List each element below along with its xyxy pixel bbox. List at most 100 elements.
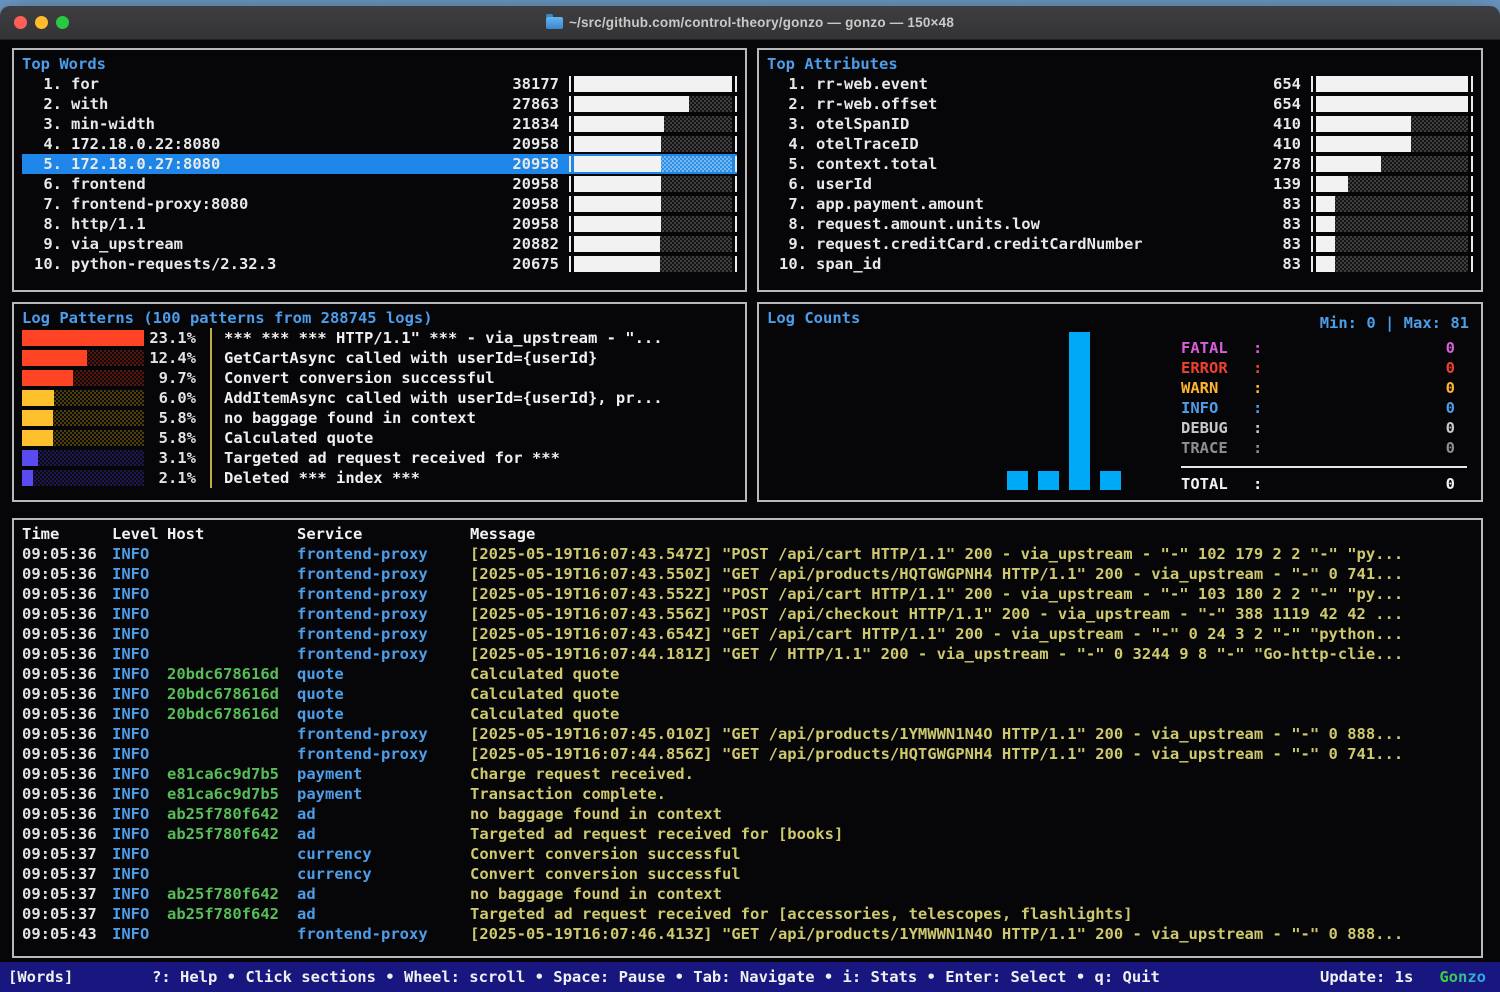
log-row[interactable]: 09:05:36 INFO 20bdc678616d quote Calcula… <box>22 664 1473 684</box>
bar-track <box>574 156 732 172</box>
ranked-item-row[interactable]: 7. frontend-proxy:8080 20958 <box>22 194 737 214</box>
ranked-item-row[interactable]: 6. userId 139 <box>767 174 1473 194</box>
log-row[interactable]: 09:05:36 INFO ab25f780f642 ad no baggage… <box>22 804 1473 824</box>
item-count: 654 <box>1227 75 1311 93</box>
severity-row: FATAL : 0 <box>1181 338 1467 358</box>
log-row[interactable]: 09:05:36 INFO frontend-proxy [2025-05-19… <box>22 604 1473 624</box>
log-row[interactable]: 09:05:37 INFO ab25f780f642 ad no baggage… <box>22 884 1473 904</box>
bar-fill <box>1316 216 1335 232</box>
col-level: Level <box>112 524 167 544</box>
item-bar <box>569 96 737 112</box>
log-row[interactable]: 09:05:36 INFO frontend-proxy [2025-05-19… <box>22 624 1473 644</box>
bar-fill <box>1316 136 1411 152</box>
log-host: e81ca6c9d7b5 <box>167 764 297 784</box>
severity-levels: FATAL : 0 ERROR : 0 WARN : 0 INFO : 0 DE… <box>1181 338 1467 494</box>
ranked-item-row[interactable]: 2. rr-web.offset 654 <box>767 94 1473 114</box>
log-host <box>167 864 297 884</box>
log-row[interactable]: 09:05:36 INFO frontend-proxy [2025-05-19… <box>22 564 1473 584</box>
bar-track <box>1316 156 1468 172</box>
top-attributes-panel[interactable]: Top Attributes 1. rr-web.event 654 2. rr… <box>757 48 1483 292</box>
pattern-row[interactable]: 12.4% GetCartAsync called with userId={u… <box>22 348 737 368</box>
ranked-item-row[interactable]: 8. request.amount.units.low 83 <box>767 214 1473 234</box>
log-service: quote <box>297 684 470 704</box>
pattern-row[interactable]: 5.8% no baggage found in context <box>22 408 737 428</box>
log-level: INFO <box>112 684 167 704</box>
log-message: Charge request received. <box>470 764 1473 784</box>
item-rank: 10. <box>767 255 807 273</box>
ranked-item-row[interactable]: 5. 172.18.0.27:8080 20958 <box>22 154 737 174</box>
item-rank: 7. <box>22 195 62 213</box>
log-host <box>167 644 297 664</box>
total-label: TOTAL <box>1181 474 1253 494</box>
zoom-button[interactable] <box>56 16 69 29</box>
pattern-row[interactable]: 5.8% Calculated quote <box>22 428 737 448</box>
ranked-item-row[interactable]: 8. http/1.1 20958 <box>22 214 737 234</box>
ranked-item-row[interactable]: 9. request.creditCard.creditCardNumber 8… <box>767 234 1473 254</box>
log-patterns-panel[interactable]: Log Patterns (100 patterns from 288745 l… <box>12 302 747 502</box>
log-row[interactable]: 09:05:37 INFO ab25f780f642 ad Targeted a… <box>22 904 1473 924</box>
log-level: INFO <box>112 844 167 864</box>
log-row[interactable]: 09:05:36 INFO frontend-proxy [2025-05-19… <box>22 744 1473 764</box>
ranked-item-row[interactable]: 1. rr-web.event 654 <box>767 74 1473 94</box>
ranked-item-row[interactable]: 2. with 27863 <box>22 94 737 114</box>
pattern-row[interactable]: 6.0% AddItemAsync called with userId={us… <box>22 388 737 408</box>
log-service: ad <box>297 884 470 904</box>
ranked-item-row[interactable]: 9. via_upstream 20882 <box>22 234 737 254</box>
ranked-item-row[interactable]: 4. otelTraceID 410 <box>767 134 1473 154</box>
log-service: frontend-proxy <box>297 544 470 564</box>
log-row[interactable]: 09:05:37 INFO currency Convert conversio… <box>22 844 1473 864</box>
ranked-item-row[interactable]: 6. frontend 20958 <box>22 174 737 194</box>
item-bar <box>1311 96 1473 112</box>
item-bar <box>569 216 737 232</box>
log-row[interactable]: 09:05:43 INFO frontend-proxy [2025-05-19… <box>22 924 1473 944</box>
log-row[interactable]: 09:05:36 INFO 20bdc678616d quote Calcula… <box>22 704 1473 724</box>
ranked-item-row[interactable]: 5. context.total 278 <box>767 154 1473 174</box>
item-count: 20675 <box>485 255 569 273</box>
bar-fill <box>1316 236 1335 252</box>
pattern-row[interactable]: 9.7% Convert conversion successful <box>22 368 737 388</box>
log-message: [2025-05-19T16:07:44.181Z] "GET / HTTP/1… <box>470 644 1473 664</box>
minimize-button[interactable] <box>35 16 48 29</box>
item-label: via_upstream <box>62 235 485 253</box>
log-row[interactable]: 09:05:36 INFO frontend-proxy [2025-05-19… <box>22 644 1473 664</box>
ranked-item-row[interactable]: 4. 172.18.0.22:8080 20958 <box>22 134 737 154</box>
pattern-row[interactable]: 3.1% Targeted ad request received for **… <box>22 448 737 468</box>
log-row[interactable]: 09:05:37 INFO currency Convert conversio… <box>22 864 1473 884</box>
severity-row: DEBUG : 0 <box>1181 418 1467 438</box>
pattern-text: Convert conversion successful <box>210 368 737 388</box>
log-level: INFO <box>112 544 167 564</box>
log-viewer-panel[interactable]: Time Level Host Service Message 09:05:36… <box>12 518 1483 958</box>
ranked-item-row[interactable]: 3. min-width 21834 <box>22 114 737 134</box>
log-row[interactable]: 09:05:36 INFO frontend-proxy [2025-05-19… <box>22 584 1473 604</box>
log-counts-panel[interactable]: Log Counts Min: 0 | Max: 81 FATAL : 0 ER… <box>757 302 1483 502</box>
bar-track <box>574 96 732 112</box>
pattern-bar-track <box>22 390 144 406</box>
ranked-item-row[interactable]: 1. for 38177 <box>22 74 737 94</box>
log-time: 09:05:36 <box>22 764 112 784</box>
item-rank: 9. <box>767 235 807 253</box>
severity-row: ERROR : 0 <box>1181 358 1467 378</box>
pattern-row[interactable]: 2.1% Deleted *** index *** <box>22 468 737 488</box>
log-time: 09:05:36 <box>22 664 112 684</box>
log-host <box>167 924 297 944</box>
bar-track <box>574 196 732 212</box>
ranked-item-row[interactable]: 3. otelSpanID 410 <box>767 114 1473 134</box>
log-row[interactable]: 09:05:36 INFO ab25f780f642 ad Targeted a… <box>22 824 1473 844</box>
top-words-panel[interactable]: Top Words 1. for 38177 2. with 27863 3. … <box>12 48 747 292</box>
bar-track <box>1316 236 1468 252</box>
log-row[interactable]: 09:05:36 INFO 20bdc678616d quote Calcula… <box>22 684 1473 704</box>
log-row[interactable]: 09:05:36 INFO frontend-proxy [2025-05-19… <box>22 544 1473 564</box>
ranked-item-row[interactable]: 7. app.payment.amount 83 <box>767 194 1473 214</box>
pattern-bar-track <box>22 370 144 386</box>
ranked-item-row[interactable]: 10. span_id 83 <box>767 254 1473 274</box>
log-row[interactable]: 09:05:36 INFO frontend-proxy [2025-05-19… <box>22 724 1473 744</box>
window-titlebar[interactable]: ~/src/github.com/control-theory/gonzo — … <box>0 6 1500 40</box>
pattern-row[interactable]: 23.1% *** *** *** HTTP/1.1" *** - via_up… <box>22 328 737 348</box>
log-row[interactable]: 09:05:36 INFO e81ca6c9d7b5 payment Charg… <box>22 764 1473 784</box>
log-service: frontend-proxy <box>297 584 470 604</box>
bar-pipe-left <box>569 76 571 92</box>
pattern-bar-fill <box>22 410 53 426</box>
close-button[interactable] <box>14 16 27 29</box>
ranked-item-row[interactable]: 10. python-requests/2.32.3 20675 <box>22 254 737 274</box>
log-row[interactable]: 09:05:36 INFO e81ca6c9d7b5 payment Trans… <box>22 784 1473 804</box>
